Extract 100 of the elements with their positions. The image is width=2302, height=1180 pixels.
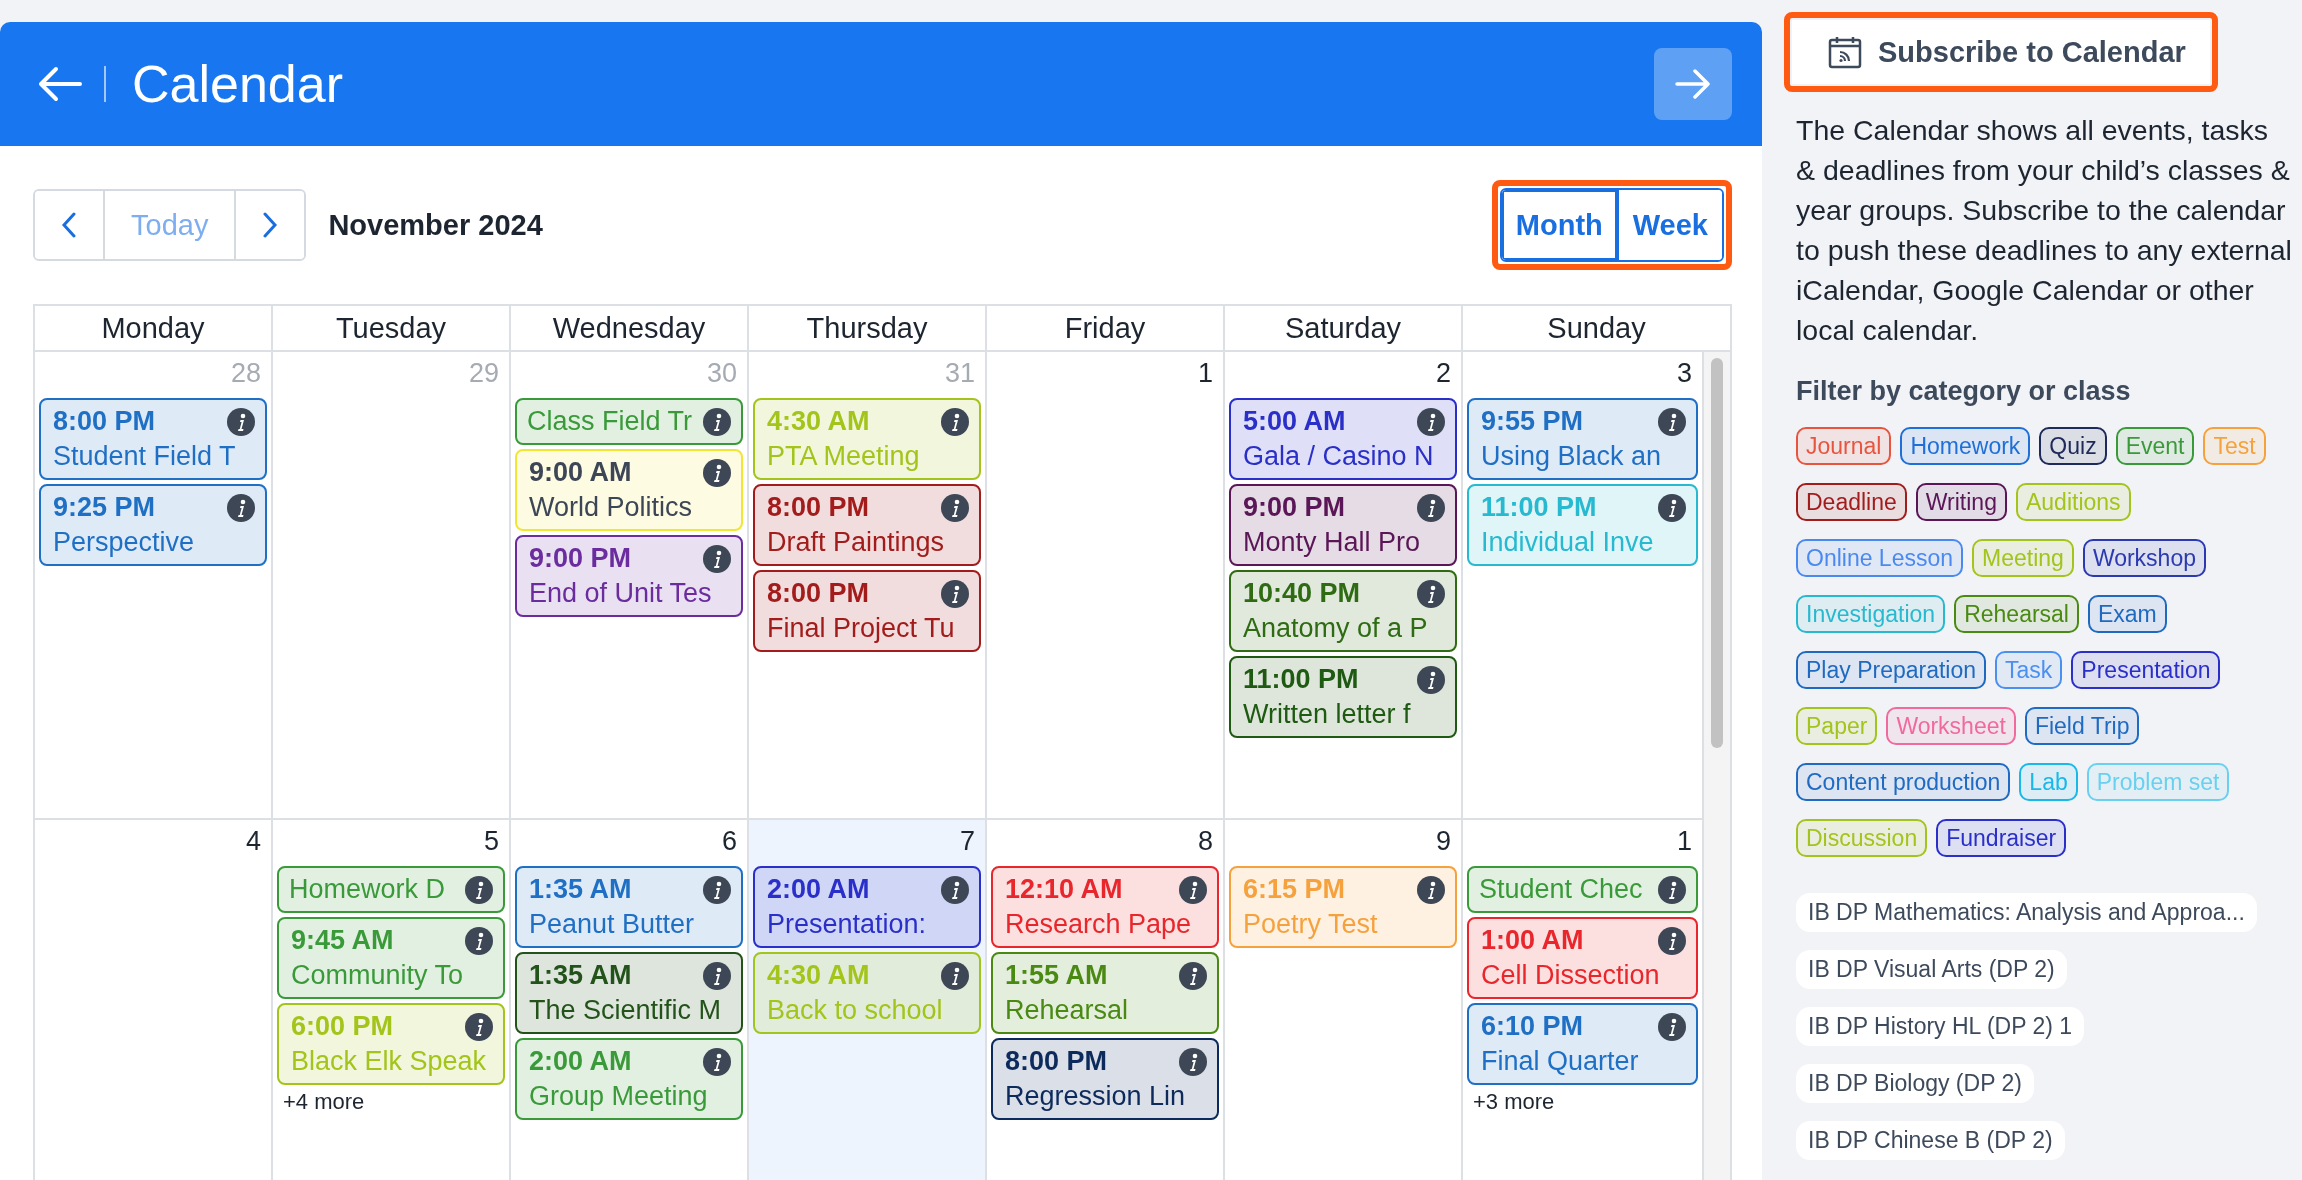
more-link[interactable]: +4 more xyxy=(277,1089,505,1115)
more-link[interactable]: +3 more xyxy=(1467,1089,1698,1115)
subscribe-button[interactable]: Subscribe to Calendar xyxy=(1792,20,2210,84)
info-icon[interactable] xyxy=(703,1047,731,1076)
forward-button[interactable] xyxy=(1654,48,1732,120)
category-tag[interactable]: Fundraiser xyxy=(1936,819,2067,857)
event-time: 8:00 PM xyxy=(1005,1046,1108,1077)
event-card[interactable]: 1:55 AM Rehearsal xyxy=(991,952,1219,1034)
info-icon[interactable] xyxy=(703,407,731,436)
info-icon[interactable] xyxy=(1658,407,1686,436)
event-card[interactable]: 9:00 PM End of Unit Tes xyxy=(515,535,743,617)
class-filter[interactable]: IB DP Mathematics: Analysis and Approa... xyxy=(1796,893,2257,932)
category-tag[interactable]: Worksheet xyxy=(1886,707,2016,745)
event-time: 4:30 AM xyxy=(767,960,870,991)
event-time: 6:00 PM xyxy=(291,1011,394,1042)
view-tab[interactable]: Month xyxy=(1501,190,1617,260)
event-time: 8:00 PM xyxy=(767,492,870,523)
info-icon[interactable] xyxy=(941,407,969,436)
category-tag[interactable]: Exam xyxy=(2088,595,2167,633)
event-title: Rehearsal xyxy=(1005,995,1130,1026)
back-arrow-icon[interactable] xyxy=(38,66,82,102)
info-icon[interactable] xyxy=(941,579,969,608)
event-card[interactable]: 1:35 AM The Scientific M xyxy=(515,952,743,1034)
day-cell[interactable]: 7 2:00 AM Presentation: 4:30 AM Back to school xyxy=(749,820,987,1180)
category-tag[interactable]: Workshop xyxy=(2082,539,2206,577)
info-icon[interactable] xyxy=(465,875,493,904)
event-card[interactable]: 2:00 AM Group Meeting xyxy=(515,1038,743,1120)
event-card[interactable]: 11:00 PM Written letter f xyxy=(1229,656,1457,738)
event-time: 2:00 AM xyxy=(767,874,870,905)
category-tag[interactable]: Quiz xyxy=(2039,427,2107,465)
event-card[interactable]: Homework D xyxy=(277,866,505,913)
event-card[interactable]: 9:55 PM Using Black an xyxy=(1467,398,1698,480)
info-icon[interactable] xyxy=(703,458,731,487)
scrollbar[interactable] xyxy=(1704,352,1732,1180)
class-filter[interactable]: IB DP Visual Arts (DP 2) xyxy=(1796,950,2067,989)
class-filter[interactable]: IB DP Biology (DP 2) xyxy=(1796,1064,2034,1103)
event-card[interactable]: 5:00 AM Gala / Casino N xyxy=(1229,398,1457,480)
event-card[interactable]: Class Field Tr xyxy=(515,398,743,445)
view-tab[interactable]: Week xyxy=(1616,190,1722,260)
event-card[interactable]: 6:10 PM Final Quarter xyxy=(1467,1003,1698,1085)
category-tag[interactable]: Online Lesson xyxy=(1796,539,1964,577)
day-number: 2 xyxy=(1435,358,1452,390)
category-tag[interactable]: Deadline xyxy=(1796,483,1907,521)
event-card[interactable]: 1:00 AM Cell Dissection xyxy=(1467,917,1698,999)
info-icon[interactable] xyxy=(1179,875,1207,904)
info-icon[interactable] xyxy=(227,407,255,436)
category-tag[interactable]: Homework xyxy=(1900,427,2031,465)
event-time: 5:00 AM xyxy=(1243,406,1346,437)
event-card[interactable]: 8:00 PM Student Field T xyxy=(39,398,267,480)
event-card[interactable]: 9:45 AM Community To xyxy=(277,917,505,999)
event-title: Monty Hall Pro xyxy=(1243,527,1422,558)
event-title: Cell Dissection xyxy=(1481,960,1661,991)
info-icon[interactable] xyxy=(1417,579,1445,608)
arrow-icon xyxy=(1675,69,1711,99)
info-icon[interactable] xyxy=(1658,1012,1686,1041)
info-icon[interactable] xyxy=(1179,1047,1207,1076)
day-number: 28 xyxy=(230,358,262,390)
info-icon[interactable] xyxy=(1179,961,1207,990)
class-filter[interactable]: IB DP History HL (DP 2) 1 xyxy=(1796,1007,2085,1046)
category-tag[interactable]: Task xyxy=(1995,651,2063,689)
info-icon[interactable] xyxy=(1658,926,1686,955)
event-card[interactable]: 12:10 AM Research Pape xyxy=(991,866,1219,948)
event-card[interactable]: 8:00 PM Final Project Tu xyxy=(753,570,981,652)
info-icon[interactable] xyxy=(941,493,969,522)
category-tag[interactable]: Writing xyxy=(1915,483,2007,521)
info-icon[interactable] xyxy=(703,961,731,990)
event-card[interactable]: 8:00 PM Regression Lin xyxy=(991,1038,1219,1120)
info-icon[interactable] xyxy=(1417,875,1445,904)
category-tag[interactable]: Field Trip xyxy=(2024,707,2140,745)
info-icon[interactable] xyxy=(465,926,493,955)
event-card[interactable]: 2:00 AM Presentation: xyxy=(753,866,981,948)
event-time: 1:00 AM xyxy=(1481,925,1584,956)
category-tag[interactable]: Event xyxy=(2115,427,2195,465)
info-icon[interactable] xyxy=(465,1012,493,1041)
event-time: 4:30 AM xyxy=(767,406,870,437)
info-icon[interactable] xyxy=(703,875,731,904)
info-icon[interactable] xyxy=(1658,493,1686,522)
event-card[interactable]: 9:25 PM Perspective xyxy=(39,484,267,566)
event-time: 12:10 AM xyxy=(1005,874,1123,905)
info-icon[interactable] xyxy=(1658,875,1686,904)
class-filter[interactable]: IB DP Chinese B (DP 2) xyxy=(1796,1121,2065,1160)
event-card[interactable]: 8:00 PM Draft Paintings xyxy=(753,484,981,566)
info-icon[interactable] xyxy=(941,875,969,904)
event-card[interactable]: 9:00 PM Monty Hall Pro xyxy=(1229,484,1457,566)
category-tag[interactable]: Presentation xyxy=(2071,651,2221,689)
category-tag[interactable]: Journal xyxy=(1796,427,1892,465)
day-number: 1 xyxy=(1197,358,1214,390)
info-icon[interactable] xyxy=(703,544,731,573)
info-icon[interactable] xyxy=(227,493,255,522)
category-tag[interactable]: Content production xyxy=(1796,763,2011,801)
category-tag[interactable]: Rehearsal xyxy=(1954,595,2079,633)
info-icon[interactable] xyxy=(1417,407,1445,436)
event-card[interactable]: Student Chec xyxy=(1467,866,1698,913)
info-icon[interactable] xyxy=(1417,665,1445,694)
event-card[interactable]: 1:35 AM Peanut Butter xyxy=(515,866,743,948)
info-icon[interactable] xyxy=(941,961,969,990)
category-tag[interactable]: Play Preparation xyxy=(1796,651,1987,689)
info-icon[interactable] xyxy=(1417,493,1445,522)
event-card[interactable]: 10:40 PM Anatomy of a P xyxy=(1229,570,1457,652)
event-card[interactable]: 9:00 AM World Politics xyxy=(515,449,743,531)
